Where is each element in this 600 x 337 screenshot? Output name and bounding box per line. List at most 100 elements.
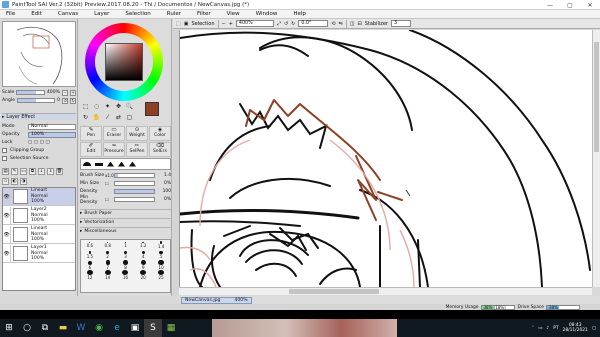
tip-shape[interactable] — [95, 162, 103, 166]
tip-shape[interactable] — [129, 161, 136, 167]
stabilizer-select[interactable]: 3 — [390, 20, 411, 27]
angle-slider[interactable] — [17, 98, 56, 103]
swap-color-icon[interactable]: ⇄ — [114, 113, 123, 122]
layer-row-layer2[interactable]: 👁 Layer2 Normal 100% — [3, 206, 75, 225]
min-density-slider[interactable] — [114, 197, 155, 202]
visibility-eye-icon[interactable]: 👁 — [3, 244, 11, 263]
horizontal-scroll-thumb[interactable] — [289, 289, 379, 294]
clear-layer-icon[interactable]: ▫ — [2, 177, 9, 185]
current-color-swatch[interactable] — [145, 102, 159, 116]
selection-icon[interactable]: ⬚ — [176, 21, 181, 27]
mask-icon[interactable]: ◐ — [11, 177, 18, 185]
flip-horizontal-icon[interactable]: ⇋ — [339, 21, 343, 27]
visibility-eye-icon[interactable]: 👁 — [3, 206, 11, 225]
menu-ruler[interactable]: Ruler — [167, 11, 181, 17]
edge-icon[interactable]: e — [108, 319, 126, 337]
lasso-tool-icon[interactable]: ◌ — [92, 102, 101, 111]
size-preset[interactable]: 7 — [99, 260, 117, 270]
zoom-in-icon[interactable]: + — [70, 89, 76, 96]
size-preset[interactable]: 16 — [117, 270, 135, 280]
zoom-slider[interactable] — [16, 90, 45, 95]
hand-tool-icon[interactable]: ✋ — [92, 113, 101, 122]
mode-select[interactable]: Normal — [28, 123, 76, 130]
zoom-tool-icon[interactable]: 🔍 — [125, 102, 134, 111]
menu-edit[interactable]: Edit — [31, 11, 42, 17]
notifications-icon[interactable]: ▢ — [592, 326, 596, 331]
navigator-preview[interactable] — [2, 21, 76, 87]
drawing-canvas[interactable] — [179, 30, 592, 287]
layer-row-lineart[interactable]: 👁 Lineart Normal 100% — [3, 187, 75, 206]
sai-icon[interactable]: S — [144, 319, 162, 337]
size-preset[interactable]: 14 — [99, 270, 117, 280]
close-button[interactable]: ✕ — [580, 0, 600, 10]
horizontal-scrollbar[interactable] — [179, 287, 592, 295]
reset-rotation-icon[interactable]: ⟲ — [331, 21, 335, 27]
menu-filter[interactable]: Filter — [197, 11, 211, 17]
photos-icon[interactable]: ▦ — [162, 319, 180, 337]
tool-pen[interactable]: ✎ Pen — [80, 126, 102, 141]
size-preset[interactable]: 0.6 — [81, 240, 99, 250]
size-preset[interactable]: 8 — [117, 260, 135, 270]
menu-layer[interactable]: Layer — [94, 11, 109, 17]
zoom-combo[interactable]: 400% — [235, 20, 274, 27]
visibility-eye-icon[interactable]: 👁 — [3, 225, 11, 244]
tool-eraser[interactable]: ▭ Eraser — [103, 126, 125, 141]
merge-down-icon[interactable]: ⇓ — [47, 167, 54, 175]
min-density-checkbox[interactable]: ☐ — [105, 197, 114, 202]
zoom-out-icon[interactable]: − — [62, 89, 68, 96]
saturation-value-square[interactable] — [105, 43, 143, 81]
copy-layer-icon[interactable]: ⧉ — [29, 167, 36, 175]
zoom-out-icon[interactable]: − — [222, 21, 226, 27]
new-folder-icon[interactable]: ▭ — [20, 167, 27, 175]
eyedropper-icon[interactable]: ⁄ — [103, 113, 112, 122]
selection-label[interactable]: Selection — [191, 21, 214, 27]
menu-canvas[interactable]: Canvas — [58, 11, 78, 17]
deselect-icon[interactable]: ▣ — [184, 21, 189, 27]
size-preset[interactable]: 1 — [117, 240, 135, 250]
snap-icon[interactable]: ◫ — [350, 21, 355, 27]
tool-selers[interactable]: ⌫ SelErs — [149, 142, 171, 157]
layer-row-lineart-2[interactable]: 👁 Lineart Normal 100% — [3, 225, 75, 244]
size-preset[interactable]: 20 — [134, 270, 152, 280]
layer-effect-header[interactable]: ▸ Layer Effect — [2, 113, 76, 120]
tool-weight[interactable]: ⊙ Weight — [126, 126, 148, 141]
size-preset[interactable]: 12 — [81, 270, 99, 280]
rotate-right-icon[interactable]: ↻ — [70, 97, 76, 104]
network-icon[interactable]: ▭ — [538, 326, 542, 331]
magic-wand-icon[interactable]: ✦ — [103, 102, 112, 111]
brush-paper-section[interactable]: ▸ Brush Paper — [80, 209, 171, 216]
search-icon[interactable]: ○ — [18, 319, 36, 337]
size-preset[interactable]: 1.4 — [152, 240, 170, 250]
new-layer-icon[interactable]: ▤ — [2, 167, 9, 175]
move-tool-icon[interactable]: ✥ — [114, 102, 123, 111]
vectorization-section[interactable]: ▸ Vectorization — [80, 218, 171, 225]
tool-selpen[interactable]: ✏ SelPen — [126, 142, 148, 157]
min-size-checkbox[interactable]: ☐ — [105, 181, 114, 186]
tip-shape[interactable] — [118, 161, 125, 167]
rotate-right-icon[interactable]: ↻ — [291, 21, 295, 27]
rotate-left-icon[interactable]: ↺ — [284, 21, 288, 27]
new-linework-layer-icon[interactable]: ✎ — [11, 167, 18, 175]
store-icon[interactable]: ▣ — [126, 319, 144, 337]
document-tab[interactable]: NewCanvas.jpg 400% — [181, 296, 252, 304]
lock-icons[interactable]: ▢ ▢ ▢ ▢ — [28, 140, 50, 145]
windows-start-icon[interactable]: ⊞ — [0, 319, 18, 337]
rotation-combo[interactable]: 0.0° — [298, 20, 329, 27]
select-tool-icon[interactable]: ⬚ — [81, 102, 90, 111]
color-wheel[interactable] — [85, 23, 163, 101]
chrome-icon[interactable]: ◉ — [90, 319, 108, 337]
vertical-scrollbar[interactable] — [592, 30, 600, 287]
size-preset[interactable]: 25 — [152, 270, 170, 280]
tip-shape[interactable] — [83, 162, 91, 166]
opacity-slider[interactable]: 100% — [28, 131, 76, 138]
size-preset[interactable]: 3 — [117, 250, 135, 260]
maximize-button[interactable]: ▢ — [560, 0, 580, 10]
min-size-slider[interactable] — [114, 181, 155, 186]
rotate-left-icon[interactable]: ↺ — [62, 97, 68, 104]
menu-view[interactable]: View — [227, 11, 240, 17]
language-indicator[interactable]: PT — [553, 326, 558, 331]
apply-mask-icon[interactable]: ◑ — [20, 177, 27, 185]
brush-size-slider[interactable] — [114, 173, 155, 178]
size-preset[interactable]: 4 — [134, 250, 152, 260]
minimize-button[interactable]: — — [540, 0, 560, 10]
